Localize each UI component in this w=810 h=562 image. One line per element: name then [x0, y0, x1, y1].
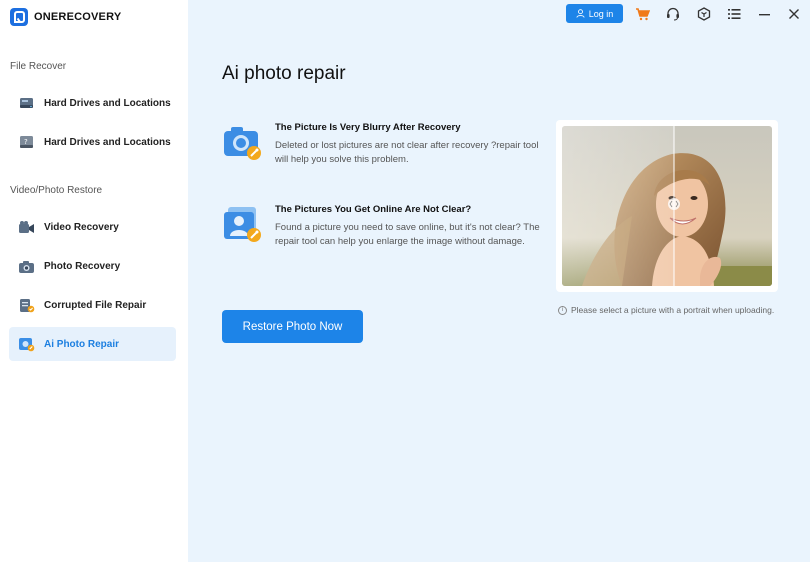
sample-portrait-image — [562, 126, 772, 286]
app-name: ONERECOVERY — [34, 11, 122, 23]
sidebar-item-corrupted-file-repair[interactable]: Corrupted File Repair — [9, 288, 176, 322]
sidebar: ONERECOVERY File Recover Hard Drives and… — [0, 0, 188, 562]
video-camera-icon — [18, 220, 35, 235]
sidebar-item-label: Photo Recovery — [44, 260, 121, 272]
brand: ONERECOVERY — [10, 7, 121, 27]
hard-drive-icon — [18, 96, 35, 111]
main-panel: Log in Ai photo repair The Picture Is Ve… — [188, 0, 810, 562]
sidebar-item-hard-drives[interactable]: Hard Drives and Locations — [9, 86, 176, 120]
hard-drive-warning-icon: ? — [18, 135, 35, 150]
sample-photo-frame — [556, 120, 778, 292]
photo-upload-note: i Please select a picture with a portrai… — [558, 305, 774, 315]
section-label-file-recover: File Recover — [10, 61, 67, 72]
minimize-icon[interactable] — [756, 6, 772, 22]
feature-text: The Pictures You Get Online Are Not Clea… — [275, 204, 543, 249]
sidebar-item-label: Ai Photo Repair — [44, 338, 120, 350]
headset-icon[interactable] — [665, 6, 681, 22]
sidebar-item-label: Video Recovery — [44, 221, 119, 233]
sidebar-item-hard-drives-2[interactable]: ? Hard Drives and Locations — [9, 125, 176, 159]
login-button[interactable]: Log in — [566, 4, 623, 23]
camera-repair-icon — [222, 122, 264, 162]
portrait-repair-icon — [222, 204, 264, 244]
section-label-video-photo: Video/Photo Restore — [10, 185, 103, 196]
cart-icon[interactable] — [634, 6, 650, 22]
info-icon: i — [558, 305, 567, 315]
svg-text:?: ? — [24, 138, 28, 146]
restore-photo-button[interactable]: Restore Photo Now — [222, 310, 363, 343]
login-label: Log in — [588, 8, 614, 19]
menu-icon[interactable] — [726, 6, 742, 22]
sidebar-item-label: Corrupted File Repair — [44, 299, 147, 311]
feature-description: Deleted or lost pictures are not clear a… — [275, 140, 539, 165]
sidebar-item-photo-recovery[interactable]: Photo Recovery — [9, 249, 176, 283]
app-logo-icon — [10, 8, 28, 26]
feature-title: The Pictures You Get Online Are Not Clea… — [275, 204, 472, 215]
sidebar-item-label: Hard Drives and Locations — [44, 97, 171, 109]
feature-title: The Picture Is Very Blurry After Recover… — [275, 122, 461, 133]
feature-text: The Picture Is Very Blurry After Recover… — [275, 122, 543, 167]
file-repair-icon — [18, 298, 35, 313]
user-icon — [576, 9, 585, 18]
feature-description: Found a picture you need to save online,… — [275, 222, 540, 247]
camera-icon — [18, 259, 35, 274]
sidebar-item-ai-photo-repair[interactable]: Ai Photo Repair — [9, 327, 176, 361]
ai-photo-icon — [18, 337, 35, 352]
cube-icon[interactable] — [696, 6, 712, 22]
close-icon[interactable] — [786, 6, 802, 22]
sidebar-item-video-recovery[interactable]: Video Recovery — [9, 210, 176, 244]
photo-note-text: Please select a picture with a portrait … — [571, 305, 775, 315]
sidebar-item-label: Hard Drives and Locations — [44, 136, 171, 148]
page-title: Ai photo repair — [222, 63, 346, 84]
